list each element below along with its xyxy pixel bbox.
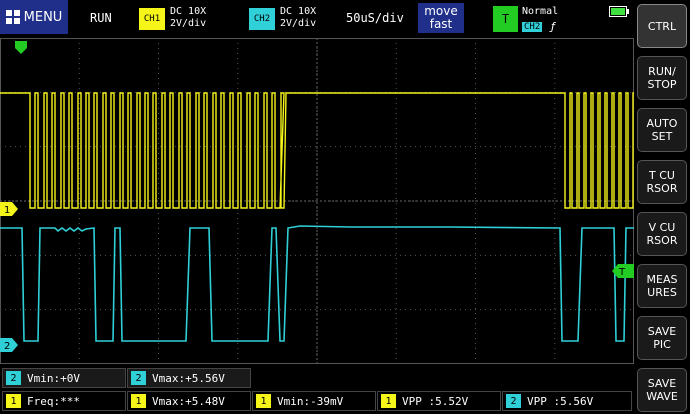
right-sidebar: CTRL RUN/ STOP AUTO SET T CU RSOR V CU R… xyxy=(634,0,690,414)
ch2-settings[interactable]: DC 10X 2V/div xyxy=(280,6,316,30)
ch1-scale: 2V/div xyxy=(170,18,207,29)
measure-value: VPP :5.56V xyxy=(527,394,594,408)
ctrl-button[interactable]: CTRL xyxy=(637,4,687,48)
voltage-cursor-button[interactable]: V CU RSOR xyxy=(637,212,687,256)
measure-value: Vmax:+5.48V xyxy=(152,394,225,408)
run-stop-button[interactable]: RUN/ STOP xyxy=(637,56,687,100)
measure-ch2-vpp[interactable]: 2 VPP :5.56V xyxy=(502,391,632,411)
measure-ch1-vpp[interactable]: 1 VPP :5.52V xyxy=(377,391,501,411)
trigger-mode: Normal xyxy=(522,6,559,17)
channel-tag: 1 xyxy=(381,394,396,408)
channel-tag: 2 xyxy=(6,371,21,385)
save-wave-button[interactable]: SAVE WAVE xyxy=(637,368,687,412)
channel-tag: 2 xyxy=(506,394,521,408)
rising-edge-icon: ƒ xyxy=(551,20,555,33)
menu-label: MENU xyxy=(23,9,63,25)
ch2-coupling: DC 10X xyxy=(280,6,317,17)
ch2-scale: 2V/div xyxy=(280,18,317,29)
ch1-settings[interactable]: DC 10X 2V/div xyxy=(170,6,206,30)
waveform-display[interactable]: 1 2 T xyxy=(0,38,634,364)
trigger-badge[interactable]: T xyxy=(493,6,518,32)
save-pic-button[interactable]: SAVE PIC xyxy=(637,316,687,360)
measure-value: Freq:*** xyxy=(27,394,80,408)
move-line2: fast xyxy=(429,17,453,31)
channel-tag: 1 xyxy=(256,394,271,408)
measure-ch2-vmin[interactable]: 2 Vmin:+0V xyxy=(2,368,126,388)
battery-icon xyxy=(609,6,629,17)
channel-tag: 2 xyxy=(131,371,146,385)
measure-value: Vmax:+5.56V xyxy=(152,371,225,385)
trigger-marker-label: T xyxy=(618,267,626,278)
menu-grid-icon xyxy=(5,10,20,24)
ch2-badge[interactable]: CH2 xyxy=(249,8,275,30)
timebase-readout[interactable]: 50uS/div xyxy=(346,11,404,25)
channel-tag: 1 xyxy=(6,394,21,408)
channel-tag: 1 xyxy=(131,394,146,408)
measure-value: Vmin:+0V xyxy=(27,371,80,385)
auto-set-button[interactable]: AUTO SET xyxy=(637,108,687,152)
measure-value: Vmin:-39mV xyxy=(277,394,344,408)
measures-button[interactable]: MEAS URES xyxy=(637,264,687,308)
status-bar: MENU RUN CH1 DC 10X 2V/div CH2 DC 10X 2V… xyxy=(0,0,634,38)
ch1-coupling: DC 10X xyxy=(170,6,207,17)
measure-ch2-vmax[interactable]: 2 Vmax:+5.56V xyxy=(127,368,251,388)
time-cursor-button[interactable]: T CU RSOR xyxy=(637,160,687,204)
measure-ch1-freq[interactable]: 1 Freq:*** xyxy=(2,391,126,411)
run-status: RUN xyxy=(90,11,112,25)
ch2-marker-label: 2 xyxy=(4,341,10,352)
ch1-marker-label: 1 xyxy=(4,205,10,216)
measure-value: VPP :5.52V xyxy=(402,394,469,408)
menu-button[interactable]: MENU xyxy=(0,0,68,34)
move-speed-button[interactable]: move fast xyxy=(418,3,464,33)
trigger-source: CH2 xyxy=(522,22,543,32)
ch1-badge[interactable]: CH1 xyxy=(139,8,165,30)
measure-ch1-vmax[interactable]: 1 Vmax:+5.48V xyxy=(127,391,251,411)
measure-ch1-vmin[interactable]: 1 Vmin:-39mV xyxy=(252,391,376,411)
